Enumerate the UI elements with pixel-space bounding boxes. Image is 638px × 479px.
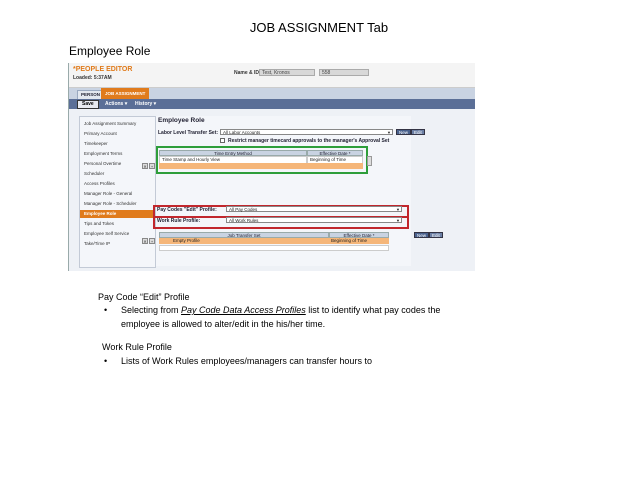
- bullet-icon: •: [104, 305, 108, 315]
- name-id-label: Name & ID:: [234, 70, 261, 76]
- jts-cell-date: Beginning of Time: [331, 238, 368, 243]
- llts-new-button[interactable]: New: [396, 129, 412, 135]
- insert-row-icon[interactable]: +: [149, 238, 155, 244]
- sidebar-item-timekeeper[interactable]: Timekeeper: [84, 141, 108, 146]
- insert-row-icon[interactable]: +: [149, 163, 155, 169]
- app-name: *PEOPLE EDITOR: [73, 66, 133, 73]
- jts-empty-row[interactable]: [159, 245, 389, 251]
- panel-title: Employee Role: [158, 117, 205, 124]
- bullet-icon: •: [104, 356, 108, 366]
- work-rule-label: Work Rule Profile:: [157, 218, 201, 224]
- pay-code-data-access-link[interactable]: Pay Code Data Access Profiles: [181, 305, 306, 315]
- sidebar-nav: Job Assignment Summary Primary Account T…: [79, 116, 156, 268]
- llts-value: All Labor Accounts: [223, 130, 261, 135]
- sidebar-item-primary-account[interactable]: Primary Account: [84, 131, 117, 136]
- work-rule-heading: Work Rule Profile: [102, 342, 172, 352]
- work-rule-select[interactable]: All Work Rules ▼: [226, 217, 402, 223]
- delete-row-icon[interactable]: ✕: [142, 163, 148, 169]
- llts-edit-button[interactable]: Edit: [411, 129, 425, 135]
- work-rule-value: All Work Rules: [229, 218, 259, 223]
- llts-select[interactable]: All Labor Accounts ▼: [220, 129, 393, 135]
- sidebar-item-manager-role-scheduler[interactable]: Manager Role - Scheduler: [84, 201, 137, 206]
- jts-row[interactable]: Empty Profile Beginning of Time: [159, 238, 389, 244]
- history-menu[interactable]: History ▾: [135, 100, 156, 108]
- pay-code-bullet-post: list to identify what pay codes the: [305, 305, 441, 315]
- slide-title: JOB ASSIGNMENT Tab: [249, 20, 389, 35]
- restrict-label: Restrict manager timecard approvals to t…: [228, 138, 390, 144]
- tem-scrollbar[interactable]: [367, 156, 372, 166]
- save-button[interactable]: Save: [77, 100, 99, 109]
- sidebar-item-job-assignment-summary[interactable]: Job Assignment Summary: [84, 121, 136, 126]
- llts-label: Labor Level Transfer Set:: [158, 130, 219, 136]
- delete-row-icon[interactable]: ✕: [142, 238, 148, 244]
- sidebar-item-personal-overtime[interactable]: Personal Overtime: [84, 161, 121, 166]
- sidebar-item-access-profiles[interactable]: Access Profiles: [84, 181, 115, 186]
- dropdown-arrow-icon: ▼: [396, 218, 400, 223]
- sidebar-item-label: Employee Role: [84, 211, 117, 216]
- sidebar-item-employee-self-service[interactable]: Employee Self Service: [84, 231, 129, 236]
- app-header: *PEOPLE EDITOR Loaded: 5:37AM Name & ID:…: [69, 63, 475, 88]
- dropdown-arrow-icon: ▼: [387, 130, 391, 135]
- sidebar-item-tips-and-tokes[interactable]: Tips and Tokes: [84, 221, 114, 226]
- tab-job-assignment[interactable]: JOB ASSIGNMENT: [101, 88, 150, 99]
- tem-new-row[interactable]: [159, 163, 363, 169]
- pay-codes-value: All Pay Codes: [229, 207, 258, 212]
- loaded-time: Loaded: 5:37AM: [73, 75, 112, 81]
- sidebar-item-scheduler[interactable]: Scheduler: [84, 171, 104, 176]
- jts-new-button[interactable]: New: [414, 232, 430, 238]
- sidebar-item-take-time-ip[interactable]: Take/Time IP: [84, 241, 110, 246]
- sidebar-item-manager-role-general[interactable]: Manager Role - General: [84, 191, 132, 196]
- dropdown-arrow-icon: ▼: [396, 207, 400, 212]
- jts-cell-set: Empty Profile: [173, 238, 200, 243]
- employee-id-field[interactable]: 558: [319, 69, 369, 76]
- sidebar-item-employment-terms[interactable]: Employment Terms: [84, 151, 122, 156]
- slide-subtitle: Employee Role: [69, 44, 151, 58]
- actions-menu[interactable]: Actions ▾: [105, 100, 127, 108]
- pay-code-bullet: Selecting from Pay Code Data Access Prof…: [121, 305, 440, 315]
- tab-bar: PERSON JOB ASSIGNMENT: [69, 88, 475, 101]
- restrict-checkbox[interactable]: [220, 138, 225, 143]
- pay-codes-select[interactable]: All Pay Codes ▼: [226, 206, 402, 212]
- people-editor-screenshot: *PEOPLE EDITOR Loaded: 5:37AM Name & ID:…: [68, 63, 475, 271]
- toolbar: Save Actions ▾ History ▾: [69, 99, 475, 109]
- pay-code-bullet-line2: employee is allowed to alter/edit in the…: [121, 319, 326, 329]
- work-rule-bullet: Lists of Work Rules employees/managers c…: [121, 356, 372, 366]
- pay-code-bullet-pre: Selecting from: [121, 305, 182, 315]
- employee-name-field[interactable]: Test, Kronos: [259, 69, 315, 76]
- pay-code-heading: Pay Code “Edit” Profile: [98, 292, 190, 302]
- employee-role-panel: Employee Role Labor Level Transfer Set: …: [142, 116, 443, 266]
- pay-codes-label: Pay Codes "Edit" Profile:: [157, 207, 217, 213]
- sidebar-item-employee-role[interactable]: Employee Role: [80, 210, 155, 218]
- jts-edit-button[interactable]: Edit: [429, 232, 443, 238]
